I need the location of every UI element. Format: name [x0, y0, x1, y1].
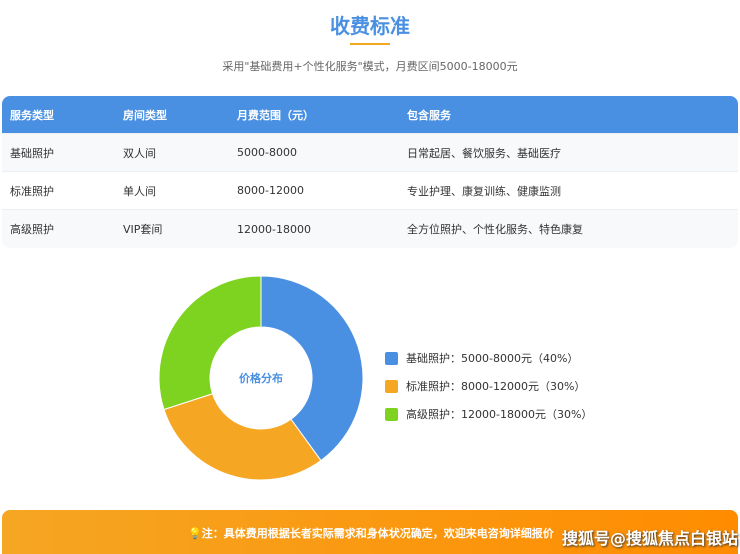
table-cell: 标准照护 — [10, 184, 54, 198]
note-text: 注：具体费用根据长者实际需求和身体状况确定，欢迎来电咨询详细报价 — [201, 527, 554, 540]
table-cell: 8000-12000 — [237, 184, 304, 197]
table-cell: 双人间 — [123, 146, 156, 160]
chart-legend: 基础照护：5000-8000元（40%） 标准照护：8000-12000元（30… — [385, 344, 592, 428]
title-underline — [350, 43, 390, 45]
table-cell: 12000-18000 — [237, 222, 311, 236]
table-cell: 高级照护 — [10, 223, 54, 236]
table-cell: 基础照护 — [10, 146, 54, 160]
header-cell: 服务类型 — [10, 108, 54, 122]
legend-label: 标准照护：8000-12000元（30%） — [406, 380, 586, 393]
table-cell: VIP套间 — [123, 223, 163, 236]
table-cell: 日常起居、餐饮服务、基础医疗 — [407, 146, 561, 160]
pricing-table: 服务类型 房间类型 月费范围（元） 包含服务 基础照护 双人间 5000-800… — [2, 96, 738, 248]
subtitle: 采用"基础费用+个性化服务"模式，月费区间5000-18000元 — [222, 60, 518, 73]
watermark: 搜狐号@搜狐焦点白银站 — [562, 529, 739, 548]
table-row: 基础照护 双人间 5000-8000 日常起居、餐饮服务、基础医疗 — [2, 134, 738, 172]
donut-slice-3 — [158, 275, 262, 411]
table-header: 服务类型 房间类型 月费范围（元） 包含服务 — [2, 96, 738, 134]
table-cell: 单人间 — [123, 184, 156, 198]
footer-note: 💡注：具体费用根据长者实际需求和身体状况确定，欢迎来电咨询详细报价 — [188, 525, 554, 541]
price-distribution-donut: 价格分布 — [158, 275, 364, 481]
header-cell: 包含服务 — [407, 108, 451, 122]
header-cell: 月费范围（元） — [237, 108, 314, 122]
donut-slice-2 — [163, 393, 322, 481]
table-cell: 5000-8000 — [237, 146, 297, 159]
legend-label: 基础照护：5000-8000元（40%） — [406, 352, 579, 365]
table-cell: 全方位照护、个性化服务、特色康复 — [407, 223, 583, 236]
legend-label: 高级照护：12000-18000元（30%） — [406, 408, 593, 421]
legend-item: 标准照护：8000-12000元（30%） — [385, 372, 592, 400]
legend-item: 基础照护：5000-8000元（40%） — [385, 344, 592, 372]
table-row: 高级照护 VIP套间 12000-18000 全方位照护、个性化服务、特色康复 — [2, 210, 738, 248]
page-title: 收费标准 — [330, 14, 410, 38]
table-cell: 专业护理、康复训练、健康监测 — [407, 184, 561, 198]
legend-swatch — [385, 379, 398, 393]
table-row: 标准照护 单人间 8000-12000 专业护理、康复训练、健康监测 — [2, 172, 738, 210]
lightbulb-icon: 💡 — [188, 527, 202, 540]
donut-center-label: 价格分布 — [239, 371, 283, 385]
footer-banner: 💡注：具体费用根据长者实际需求和身体状况确定，欢迎来电咨询详细报价 搜狐号@搜狐… — [2, 510, 738, 554]
header-cell: 房间类型 — [123, 108, 167, 122]
legend-item: 高级照护：12000-18000元（30%） — [385, 400, 592, 428]
legend-swatch — [385, 407, 398, 421]
legend-swatch — [385, 351, 398, 365]
